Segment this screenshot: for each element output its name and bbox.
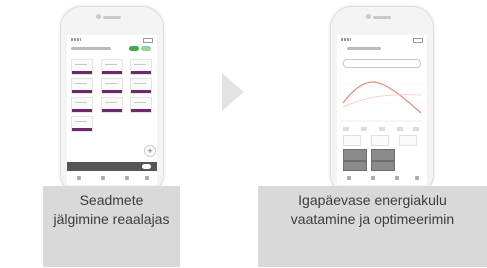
bottom-control-bar[interactable] — [67, 162, 157, 171]
baseline-line — [342, 94, 422, 108]
usage-line — [342, 81, 422, 114]
stat-card — [343, 135, 361, 146]
devices-icon[interactable] — [125, 176, 129, 180]
battery-icon — [413, 38, 423, 43]
optimization-tile[interactable] — [343, 161, 367, 171]
device-card[interactable] — [71, 97, 93, 113]
home-icon[interactable] — [347, 176, 351, 180]
phone-mockup — [330, 6, 434, 196]
optimization-tile[interactable] — [371, 161, 395, 171]
phone-speaker — [103, 16, 121, 19]
legend-item — [397, 127, 403, 131]
phone-screen — [337, 35, 427, 185]
device-card[interactable] — [130, 59, 152, 75]
stat-card — [371, 135, 389, 146]
home-icon[interactable] — [77, 176, 81, 180]
device-card[interactable] — [71, 116, 93, 132]
signal-icon — [341, 38, 351, 41]
status-bar — [71, 37, 153, 43]
caption-line: Igapäevase energiakulu — [298, 192, 447, 208]
device-card[interactable] — [71, 78, 93, 94]
caption-line: jälgimine reaalajas — [53, 211, 170, 227]
device-card[interactable] — [130, 78, 152, 94]
date-range-selector[interactable] — [343, 59, 421, 68]
battery-icon — [143, 38, 153, 43]
phone-camera — [96, 14, 101, 19]
caption-line: vaatamine ja optimeerimin — [290, 211, 455, 227]
bottom-toggle[interactable] — [142, 164, 151, 169]
chevron-right-icon — [222, 73, 244, 111]
legend-item — [379, 127, 385, 131]
device-card[interactable] — [101, 59, 123, 75]
device-card[interactable] — [71, 59, 93, 75]
device-card[interactable] — [101, 97, 123, 113]
add-device-button[interactable]: + — [144, 145, 156, 157]
legend-item — [361, 127, 367, 131]
bottom-nav — [343, 176, 421, 182]
signal-icon — [71, 38, 81, 41]
phone-camera — [366, 14, 371, 19]
phone-speaker — [373, 16, 391, 19]
energy-usage-chart — [341, 81, 423, 122]
secondary-toggle[interactable] — [141, 46, 151, 51]
phone-mockup: + — [60, 6, 164, 196]
stats-icon[interactable] — [101, 176, 105, 180]
devices-icon[interactable] — [395, 176, 399, 180]
device-card[interactable] — [130, 97, 152, 113]
optimization-tile[interactable] — [343, 149, 367, 161]
settings-icon[interactable] — [145, 176, 149, 180]
caption-energy-optimization: Igapäevase energiakulu vaatamine ja opti… — [258, 186, 487, 267]
optimization-tile[interactable] — [371, 149, 395, 161]
legend-item — [343, 127, 349, 131]
screen-header — [347, 47, 381, 50]
caption-device-monitoring: Seadmete jälgimine reaalajas — [43, 186, 180, 267]
device-card[interactable] — [101, 78, 123, 94]
bottom-nav — [73, 176, 151, 182]
phone-screen: + — [67, 35, 157, 185]
settings-icon[interactable] — [415, 176, 419, 180]
master-toggle[interactable] — [129, 46, 139, 51]
stats-icon[interactable] — [371, 176, 375, 180]
caption-line: Seadmete — [79, 192, 144, 208]
legend-item — [413, 127, 419, 131]
screen-header — [71, 47, 111, 50]
status-bar — [341, 37, 423, 43]
stat-card — [399, 135, 417, 146]
